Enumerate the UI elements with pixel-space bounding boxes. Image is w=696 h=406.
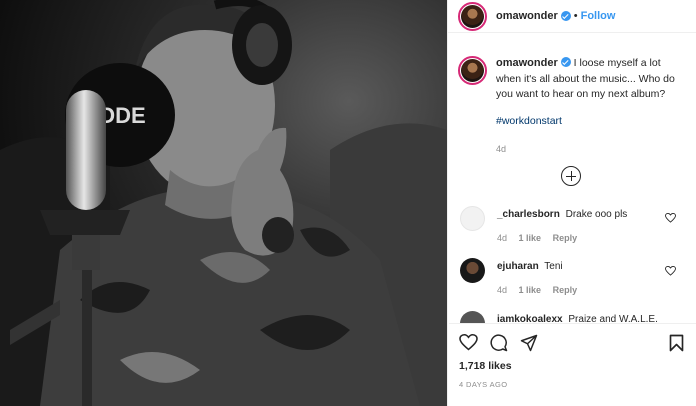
post-photo[interactable]: ODE [0, 0, 447, 406]
comment-time: 4d [497, 233, 508, 243]
post-photo-image: ODE [0, 0, 447, 406]
comment-text: Drake ooo pls [565, 209, 628, 220]
comment-likes[interactable]: 1 like [519, 285, 542, 295]
header-avatar[interactable] [458, 1, 487, 31]
comment-meta: 4d 1 like Reply [497, 233, 586, 243]
instagram-post: ODE omawonder • Follow omawonder I loose… [0, 0, 696, 406]
comment-reply-button[interactable]: Reply [553, 233, 578, 243]
like-heart-icon[interactable] [459, 334, 478, 351]
header-username[interactable]: omawonder [496, 10, 558, 22]
comment-text: Teni [544, 261, 563, 272]
caption-username[interactable]: omawonder [496, 57, 558, 69]
caption-avatar[interactable] [458, 56, 487, 85]
like-count[interactable]: 1,718 likes [459, 360, 512, 372]
header-separator: • [573, 10, 578, 22]
comment-reply-button[interactable]: Reply [553, 285, 578, 295]
load-more-comments-icon[interactable] [561, 166, 581, 186]
comment-time: 4d [497, 285, 508, 295]
like-comment-heart-icon[interactable] [665, 266, 676, 276]
comment-username[interactable]: _charlesborn [497, 209, 560, 220]
caption-timestamp: 4d [496, 144, 507, 154]
comment-item: iamkokoalexx Praize and W.A.L.E. [460, 311, 690, 323]
follow-button[interactable]: Follow [581, 10, 616, 22]
comment-text: Praize and W.A.L.E. [568, 314, 658, 323]
comment-body: ejuharan Teni [497, 261, 563, 272]
caption-hashtag[interactable]: #workdonstart [496, 114, 681, 130]
comment-body: _charlesborn Drake ooo pls [497, 209, 627, 220]
caption-text-block: omawonder I loose myself a lot when it's… [496, 56, 681, 158]
comment-bubble-icon[interactable] [490, 334, 508, 352]
save-bookmark-icon[interactable] [669, 334, 684, 352]
comment-avatar[interactable] [460, 258, 485, 283]
like-comment-heart-icon[interactable] [665, 213, 676, 223]
post-actions-bar: 1,718 likes 4 DAYS AGO [449, 323, 696, 406]
post-header: omawonder • Follow [448, 0, 696, 33]
posted-time: 4 DAYS AGO [459, 380, 508, 389]
comment-username[interactable]: iamkokoalexx [497, 314, 563, 323]
comment-username[interactable]: ejuharan [497, 261, 539, 272]
comment-body: iamkokoalexx Praize and W.A.L.E. [497, 314, 658, 323]
share-send-icon[interactable] [520, 334, 538, 352]
comment-meta: 4d 1 like Reply [497, 285, 586, 295]
comment-likes[interactable]: 1 like [519, 233, 542, 243]
verified-badge-icon [560, 11, 571, 21]
comment-avatar[interactable] [460, 206, 485, 231]
comment-avatar[interactable] [460, 311, 485, 323]
post-caption: omawonder I loose myself a lot when it's… [448, 33, 696, 158]
verified-badge-icon [560, 57, 571, 67]
